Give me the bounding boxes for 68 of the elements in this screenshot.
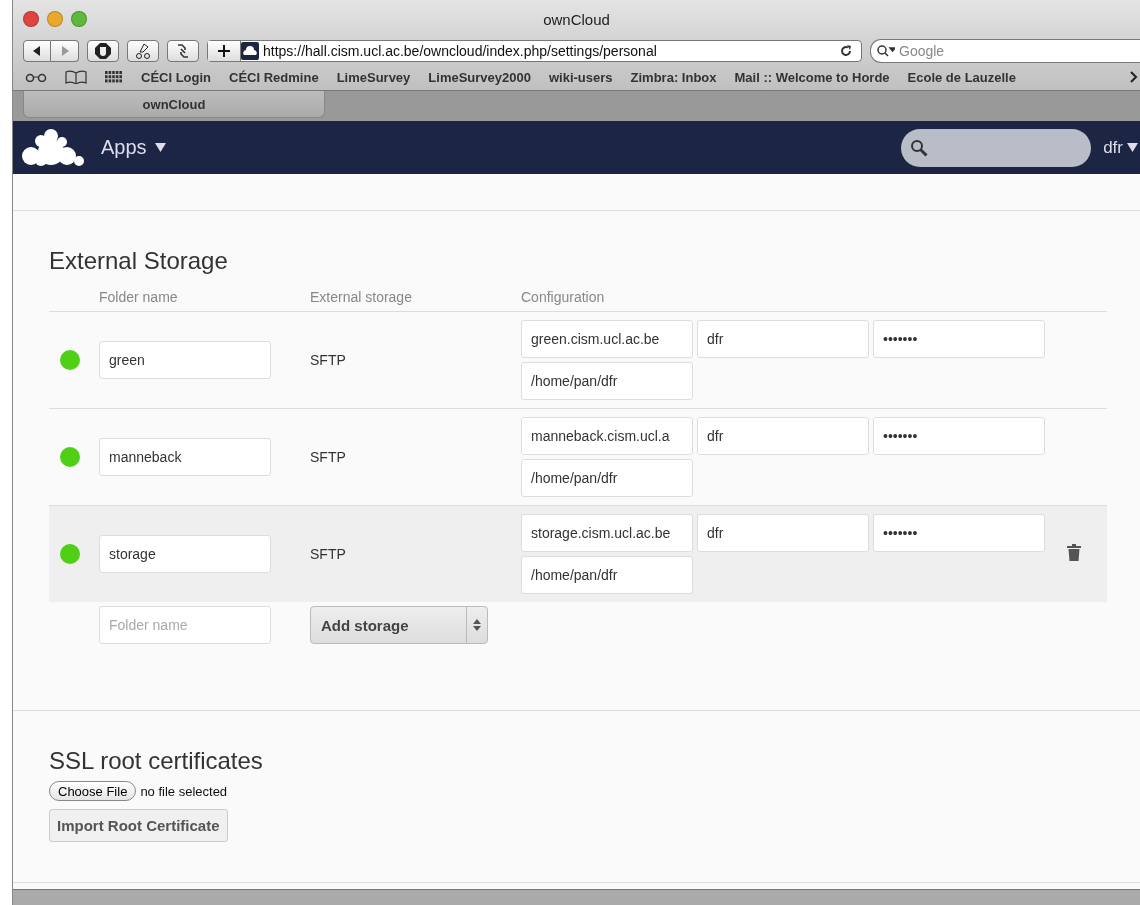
column-header: Folder name — [99, 283, 310, 312]
search-field[interactable] — [901, 128, 1092, 167]
search-icon — [877, 45, 895, 57]
import-certificate-button[interactable]: Import Root Certificate — [49, 809, 228, 842]
grid-icon[interactable] — [105, 71, 123, 83]
user-menu[interactable]: dfr — [1103, 137, 1138, 158]
section-heading: External Storage — [49, 247, 229, 275]
cloud-icon — [241, 42, 259, 60]
chevron-icon[interactable] — [1130, 71, 1140, 83]
folder-name-field[interactable]: storage — [99, 535, 271, 573]
column-header: External storage — [310, 283, 521, 312]
apps-menu[interactable]: Apps — [101, 136, 166, 159]
left-triangle-icon — [32, 46, 42, 56]
password-field[interactable]: ••••••• — [873, 320, 1045, 358]
bookmark-link[interactable]: CÉCI Login — [141, 69, 212, 85]
search-field[interactable]: Google — [870, 39, 1140, 63]
reload-icon[interactable] — [839, 44, 853, 58]
browser-tab[interactable]: ownCloud — [23, 91, 325, 118]
bookmark-link[interactable]: Ecole de Lauzelle — [907, 69, 1016, 85]
backend-label: SFTP — [310, 505, 521, 602]
host-field[interactable]: manneback.cism.ucl.a — [521, 417, 693, 455]
caret-icon — [1127, 143, 1138, 152]
bookmark-link[interactable]: LimeSurvey — [336, 69, 411, 85]
column-header: Configuration — [521, 283, 1067, 312]
add-bookmark-icon[interactable] — [208, 41, 241, 61]
right-triangle-icon — [59, 46, 70, 56]
add-storage-select[interactable]: Add storage — [310, 606, 488, 644]
address-field[interactable]: https://hall.cism.ucl.ac.be/owncloud/index.php/settings/personal — [207, 40, 862, 62]
glasses-pencil-button[interactable] — [127, 40, 159, 62]
file-status: no file selected — [140, 783, 228, 799]
username-field[interactable]: dfr — [697, 320, 869, 358]
reading-list-icon[interactable] — [25, 72, 47, 82]
folder-name-field[interactable]: manneback — [99, 438, 271, 476]
link-icon — [175, 43, 191, 59]
password-field[interactable]: ••••••• — [873, 417, 1045, 455]
book-icon[interactable] — [65, 70, 87, 84]
username-field[interactable]: dfr — [697, 417, 869, 455]
root-path-field[interactable]: /home/pan/dfr — [521, 362, 693, 400]
backend-label: SFTP — [310, 408, 521, 506]
bookmark-link[interactable]: CÉCI Redmine — [229, 69, 319, 85]
root-path-field[interactable]: /home/pan/dfr — [521, 556, 693, 594]
up-down-arrows-icon — [473, 619, 481, 631]
forward-button[interactable] — [51, 40, 79, 62]
stop-button[interactable] — [87, 40, 119, 62]
bookmark-link[interactable]: LimeSurvey2000 — [428, 69, 531, 85]
host-field[interactable]: storage.cism.ucl.ac.be — [521, 514, 693, 552]
link-button[interactable] — [167, 40, 199, 62]
search-icon — [910, 138, 929, 157]
choose-file-button[interactable]: Choose File — [49, 781, 137, 801]
username-field[interactable]: dfr — [697, 514, 869, 552]
close-button[interactable] — [23, 11, 39, 27]
trash-icon[interactable] — [1067, 544, 1081, 561]
host-field[interactable]: green.cism.ucl.ac.be — [521, 320, 693, 358]
back-button[interactable] — [23, 40, 51, 62]
password-field[interactable]: ••••••• — [873, 514, 1045, 552]
bookmark-link[interactable]: Zimbra: Inbox — [630, 69, 717, 85]
section-heading: SSL root certificates — [49, 747, 264, 775]
folder-name-field[interactable]: green — [99, 341, 271, 379]
zoom-button[interactable] — [71, 11, 87, 27]
folder-name-field[interactable]: Folder name — [99, 606, 271, 644]
backend-label: SFTP — [310, 311, 521, 409]
root-path-field[interactable]: /home/pan/dfr — [521, 459, 693, 497]
window-title: ownCloud — [543, 10, 610, 28]
hand-icon — [95, 43, 111, 59]
bookmark-link[interactable]: wiki-users — [548, 69, 613, 85]
glasses-pencil-icon — [135, 43, 151, 59]
bookmark-link[interactable]: Mail :: Welcome to Horde — [734, 69, 890, 85]
caret-icon — [154, 143, 166, 152]
